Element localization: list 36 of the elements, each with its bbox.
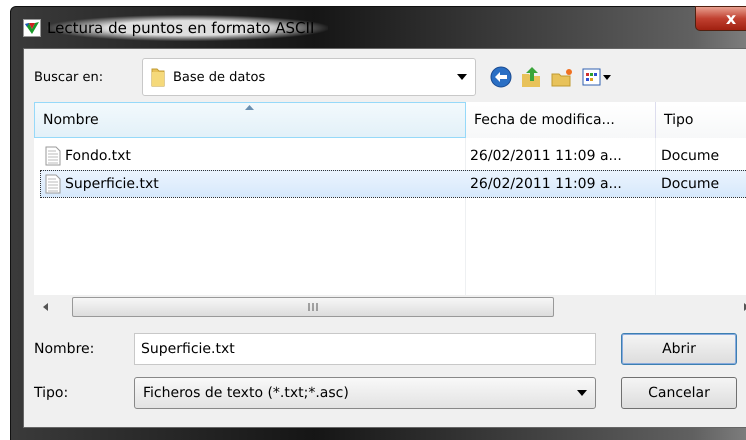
sort-arrow-icon	[245, 105, 254, 110]
file-type-label: Tipo:	[34, 385, 70, 401]
new-folder-icon[interactable]	[550, 66, 574, 88]
grip-icon	[307, 303, 319, 311]
open-button[interactable]: Abrir	[621, 333, 737, 365]
folder-icon	[151, 67, 165, 87]
column-header[interactable]: Fecha de modifica...	[466, 102, 656, 138]
column-header[interactable]: Tipo	[656, 102, 746, 138]
horizontal-scrollbar[interactable]	[34, 295, 746, 319]
text-file-icon	[45, 174, 61, 194]
up-folder-icon[interactable]	[520, 66, 542, 88]
file-type-dropdown[interactable]: Ficheros de texto (*.txt;*.asc)	[134, 377, 596, 409]
column-header[interactable]: Nombre	[34, 102, 466, 138]
text-file-icon	[45, 146, 61, 166]
scroll-left-icon[interactable]	[42, 302, 50, 312]
caret-icon	[457, 74, 467, 80]
cell-text: 26/02/2011 11:09 a...	[470, 176, 622, 192]
look-in-label: Buscar en:	[34, 70, 104, 84]
cancel-button[interactable]: Cancelar	[621, 377, 737, 409]
file-name-field[interactable]: Superficie.txt	[134, 333, 596, 365]
window-title: Lectura de puntos en formato ASCII	[47, 14, 328, 40]
file-name-label: Nombre:	[34, 341, 96, 357]
cell-text: Docume	[661, 148, 720, 164]
close-button[interactable]: x	[695, 6, 746, 31]
caret-icon	[577, 390, 587, 396]
file-row[interactable]: Superficie.txt 26/02/2011 11:09 a... Docume	[40, 170, 746, 198]
cell-text: Superficie.txt	[65, 176, 159, 192]
file-row[interactable]: Fondo.txt 26/02/2011 11:09 a... Docume	[40, 142, 746, 170]
view-menu-icon[interactable]	[582, 67, 612, 87]
cell-text: Fondo.txt	[65, 148, 131, 164]
scroll-thumb[interactable]	[72, 297, 554, 317]
back-icon[interactable]	[490, 66, 512, 88]
look-in-dropdown[interactable]: Base de datos	[142, 58, 476, 96]
cell-text: Docume	[661, 176, 720, 192]
app-icon	[23, 18, 41, 36]
cell-text: 26/02/2011 11:09 a...	[470, 148, 622, 164]
